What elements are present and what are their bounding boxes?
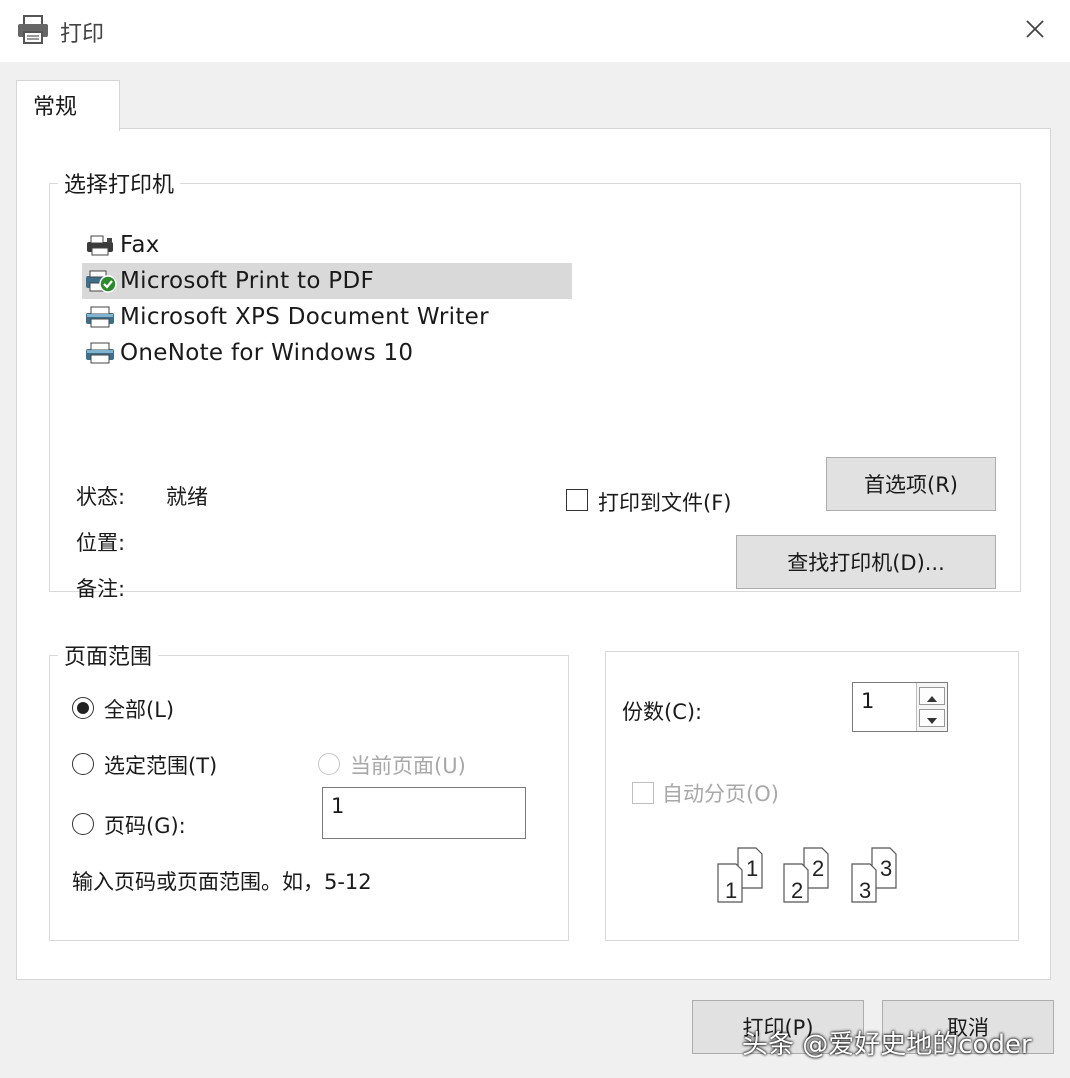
collate-label[interactable]: 自动分页(O) <box>662 778 779 808</box>
fax-printer-icon <box>82 231 118 259</box>
pages-radio[interactable] <box>72 813 94 835</box>
page-range-group: 页面范围 全部(L) 选定范围(T) 当前页面(U) 页码(G): 1 输入页码… <box>49 639 569 941</box>
default-printer-icon <box>82 267 118 295</box>
tab-general-label: 常规 <box>33 95 78 120</box>
spin-up-icon[interactable] <box>919 687 945 705</box>
pages-label[interactable]: 页码(G): <box>104 810 186 840</box>
current-page-label[interactable]: 当前页面(U) <box>350 750 466 780</box>
printer-icon <box>82 303 118 331</box>
status-label: 状态: <box>76 485 126 509</box>
collate-page-label: 3 <box>859 878 871 903</box>
collate-page-label: 1 <box>746 856 758 881</box>
printer-item-onenote-for-windows-10[interactable]: OneNote for Windows 10 <box>82 335 572 371</box>
select-printer-group: 选择打印机 Fax Microsoft Print to PDF Microso… <box>49 167 1021 601</box>
selection-radio[interactable] <box>72 753 94 775</box>
current-page-radio[interactable] <box>318 753 340 775</box>
collate-checkbox[interactable] <box>632 782 654 804</box>
all-pages-radio[interactable] <box>72 697 94 719</box>
printer-item-microsoft-print-to-pdf[interactable]: Microsoft Print to PDF <box>82 263 572 299</box>
print-to-file-label[interactable]: 打印到文件(F) <box>598 487 731 517</box>
copies-group: 份数(C): 1 自动分页(O) 1 1 2 2 3 3 <box>605 651 1019 941</box>
printer-item-microsoft-xps-document-writer[interactable]: Microsoft XPS Document Writer <box>82 299 572 335</box>
all-pages-label[interactable]: 全部(L) <box>104 694 174 724</box>
selection-label[interactable]: 选定范围(T) <box>104 750 217 780</box>
collate-page-label: 2 <box>791 878 803 903</box>
title-bar: 打印 <box>0 0 1070 62</box>
watermark-text: 头条 @爱好史地的coder <box>742 1030 1032 1060</box>
copies-input[interactable]: 1 <box>852 682 948 732</box>
collate-page-label: 2 <box>812 856 824 881</box>
printer-name: Microsoft Print to PDF <box>120 268 375 294</box>
printer-name: Fax <box>120 232 160 258</box>
page-range-legend: 页面范围 <box>64 645 153 670</box>
status-value: 就绪 <box>166 485 208 509</box>
close-icon[interactable] <box>1020 14 1050 44</box>
window-title: 打印 <box>60 22 105 47</box>
select-printer-legend: 选择打印机 <box>64 173 175 198</box>
preferences-button[interactable]: 首选项(R) <box>826 457 996 511</box>
printer-name: Microsoft XPS Document Writer <box>120 304 489 330</box>
tab-general[interactable]: 常规 <box>16 80 120 131</box>
location-label: 位置: <box>76 531 126 555</box>
page-range-hint: 输入页码或页面范围。如，5-12 <box>72 870 372 894</box>
collate-illustration: 1 1 2 2 3 3 <box>716 846 916 906</box>
dialog-body: 常规 选择打印机 Fax Microsoft Print to PDF Micr… <box>0 62 1070 1078</box>
collate-page-label: 3 <box>880 856 892 881</box>
copies-spinner[interactable] <box>916 683 947 731</box>
printer-name: OneNote for Windows 10 <box>120 340 414 366</box>
printer-list[interactable]: Fax Microsoft Print to PDF Microsoft XPS… <box>82 227 572 371</box>
printer-item-fax[interactable]: Fax <box>82 227 572 263</box>
comment-label: 备注: <box>76 577 126 601</box>
collate-page-label: 1 <box>725 878 737 903</box>
print-to-file-checkbox[interactable] <box>566 489 588 511</box>
pages-input[interactable]: 1 <box>322 787 526 839</box>
printer-icon <box>16 14 50 50</box>
general-panel: 选择打印机 Fax Microsoft Print to PDF Microso… <box>16 128 1051 980</box>
copies-label: 份数(C): <box>622 700 703 724</box>
spin-down-icon[interactable] <box>919 709 945 727</box>
copies-value: 1 <box>861 689 875 713</box>
printer-icon <box>82 339 118 367</box>
find-printer-button[interactable]: 查找打印机(D)... <box>736 535 996 589</box>
